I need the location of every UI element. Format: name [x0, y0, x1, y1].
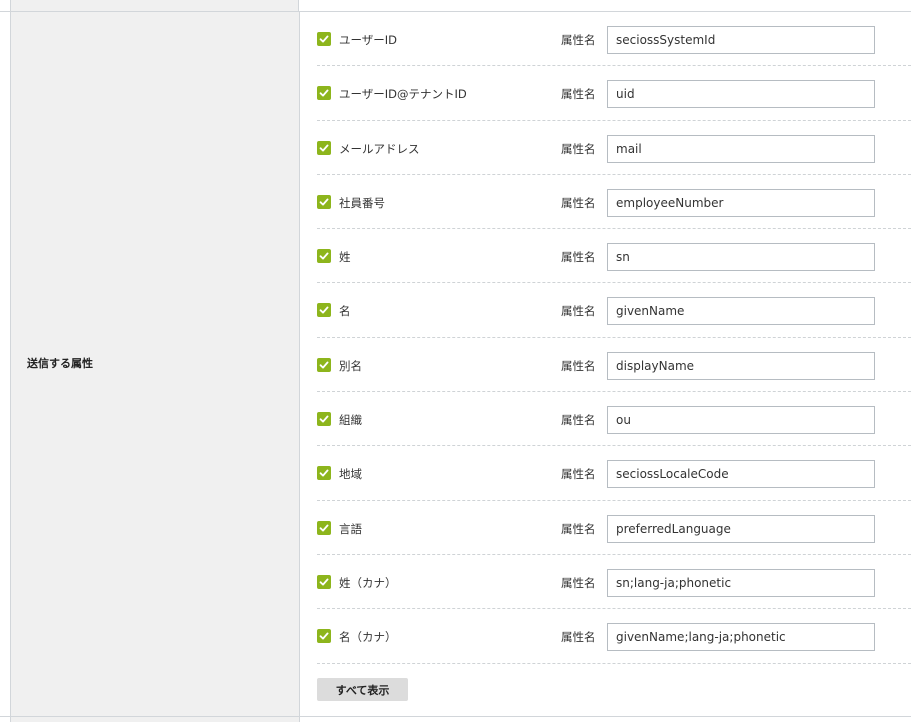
property-name-label: 属性名 — [561, 630, 596, 645]
attribute-row: 姓 属性名 — [317, 229, 911, 284]
checkmark-icon — [319, 415, 329, 423]
property-name-input[interactable] — [607, 351, 875, 380]
attribute-checkbox[interactable] — [317, 194, 331, 209]
property-name-input[interactable] — [607, 623, 875, 652]
property-name-input[interactable] — [607, 406, 875, 435]
property-name-input[interactable] — [607, 134, 875, 163]
attribute-name: 社員番号 — [339, 195, 385, 210]
attribute-checkbox[interactable] — [317, 629, 331, 644]
attribute-row: 別名 属性名 — [317, 338, 911, 393]
checkmark-icon — [319, 306, 329, 314]
attribute-name: ユーザーID@テナントID — [339, 87, 467, 102]
attribute-name: 地域 — [339, 467, 362, 482]
top-label-cell-edge — [10, 0, 299, 11]
property-name-input[interactable] — [607, 26, 875, 54]
property-name-label: 属性名 — [561, 195, 596, 210]
checkmark-icon — [319, 469, 329, 477]
attribute-name: メールアドレス — [339, 141, 420, 156]
attribute-list: ユーザーID 属性名 ユーザーID@テナントID 属性名 メールアドレス 属性名 — [300, 12, 911, 664]
property-name-input[interactable] — [607, 514, 875, 543]
property-name-label: 属性名 — [561, 304, 596, 319]
show-all-button[interactable]: すべて表示 — [317, 678, 408, 701]
checkmark-icon — [319, 632, 329, 640]
property-name-label: 属性名 — [561, 358, 596, 373]
property-name-input[interactable] — [607, 243, 875, 272]
attribute-name: 言語 — [339, 521, 362, 536]
attribute-name: 姓（カナ） — [339, 575, 397, 590]
attribute-row: 名 属性名 — [317, 283, 911, 338]
property-name-input[interactable] — [607, 568, 875, 597]
attribute-name: 名（カナ） — [339, 630, 397, 645]
property-name-label: 属性名 — [561, 575, 596, 590]
property-name-label: 属性名 — [561, 467, 596, 482]
property-name-label: 属性名 — [561, 33, 596, 47]
attribute-checkbox[interactable] — [317, 249, 331, 264]
attribute-checkbox[interactable] — [317, 520, 331, 535]
checkmark-icon — [319, 198, 329, 206]
attribute-name: 姓 — [339, 250, 351, 265]
attribute-row: メールアドレス 属性名 — [317, 121, 911, 175]
checkmark-icon — [319, 578, 329, 586]
attribute-row: 姓（カナ） 属性名 — [317, 555, 911, 610]
attribute-row: ユーザーID 属性名 — [317, 12, 911, 67]
bottom-label-cell-edge — [10, 717, 300, 722]
checkmark-icon — [319, 252, 329, 260]
attribute-row: 社員番号 属性名 — [317, 175, 911, 230]
attribute-checkbox[interactable] — [317, 412, 331, 427]
attribute-row: 言語 属性名 — [317, 501, 911, 555]
checkmark-icon — [319, 361, 329, 369]
top-table-edge — [0, 0, 911, 12]
property-name-label: 属性名 — [561, 413, 596, 428]
property-name-label: 属性名 — [561, 521, 596, 536]
attribute-name: 組織 — [339, 413, 362, 428]
attribute-name: ユーザーID — [339, 33, 398, 47]
checkmark-icon — [319, 144, 329, 152]
attribute-checkbox[interactable] — [317, 140, 331, 155]
checkmark-icon — [319, 89, 329, 97]
attribute-checkbox[interactable] — [317, 357, 331, 372]
attribute-row: 地域 属性名 — [317, 446, 911, 501]
attribute-row: 組織 属性名 — [317, 392, 911, 447]
property-name-label: 属性名 — [561, 87, 596, 102]
property-name-input[interactable] — [607, 188, 875, 217]
property-name-input[interactable] — [607, 460, 875, 489]
attribute-checkbox[interactable] — [317, 86, 331, 101]
attribute-label-cell: 送信する属性 — [10, 12, 300, 716]
attribute-checkbox[interactable] — [317, 32, 331, 46]
property-name-label: 属性名 — [561, 250, 596, 265]
attribute-row: 名（カナ） 属性名 — [317, 609, 911, 664]
attribute-name: 名 — [339, 304, 351, 319]
attribute-name: 別名 — [339, 358, 362, 373]
attribute-checkbox[interactable] — [317, 303, 331, 318]
attribute-row: ユーザーID@テナントID 属性名 — [317, 66, 911, 121]
checkmark-icon — [319, 524, 329, 532]
attribute-value-cell: ユーザーID 属性名 ユーザーID@テナントID 属性名 メールアドレス 属性名 — [300, 12, 911, 716]
attribute-checkbox[interactable] — [317, 574, 331, 589]
property-name-label: 属性名 — [561, 141, 596, 156]
checkmark-icon — [319, 35, 329, 43]
property-name-input[interactable] — [607, 80, 875, 109]
property-name-input[interactable] — [607, 297, 875, 326]
attribute-checkbox[interactable] — [317, 466, 331, 481]
section-label: 送信する属性 — [27, 357, 93, 370]
